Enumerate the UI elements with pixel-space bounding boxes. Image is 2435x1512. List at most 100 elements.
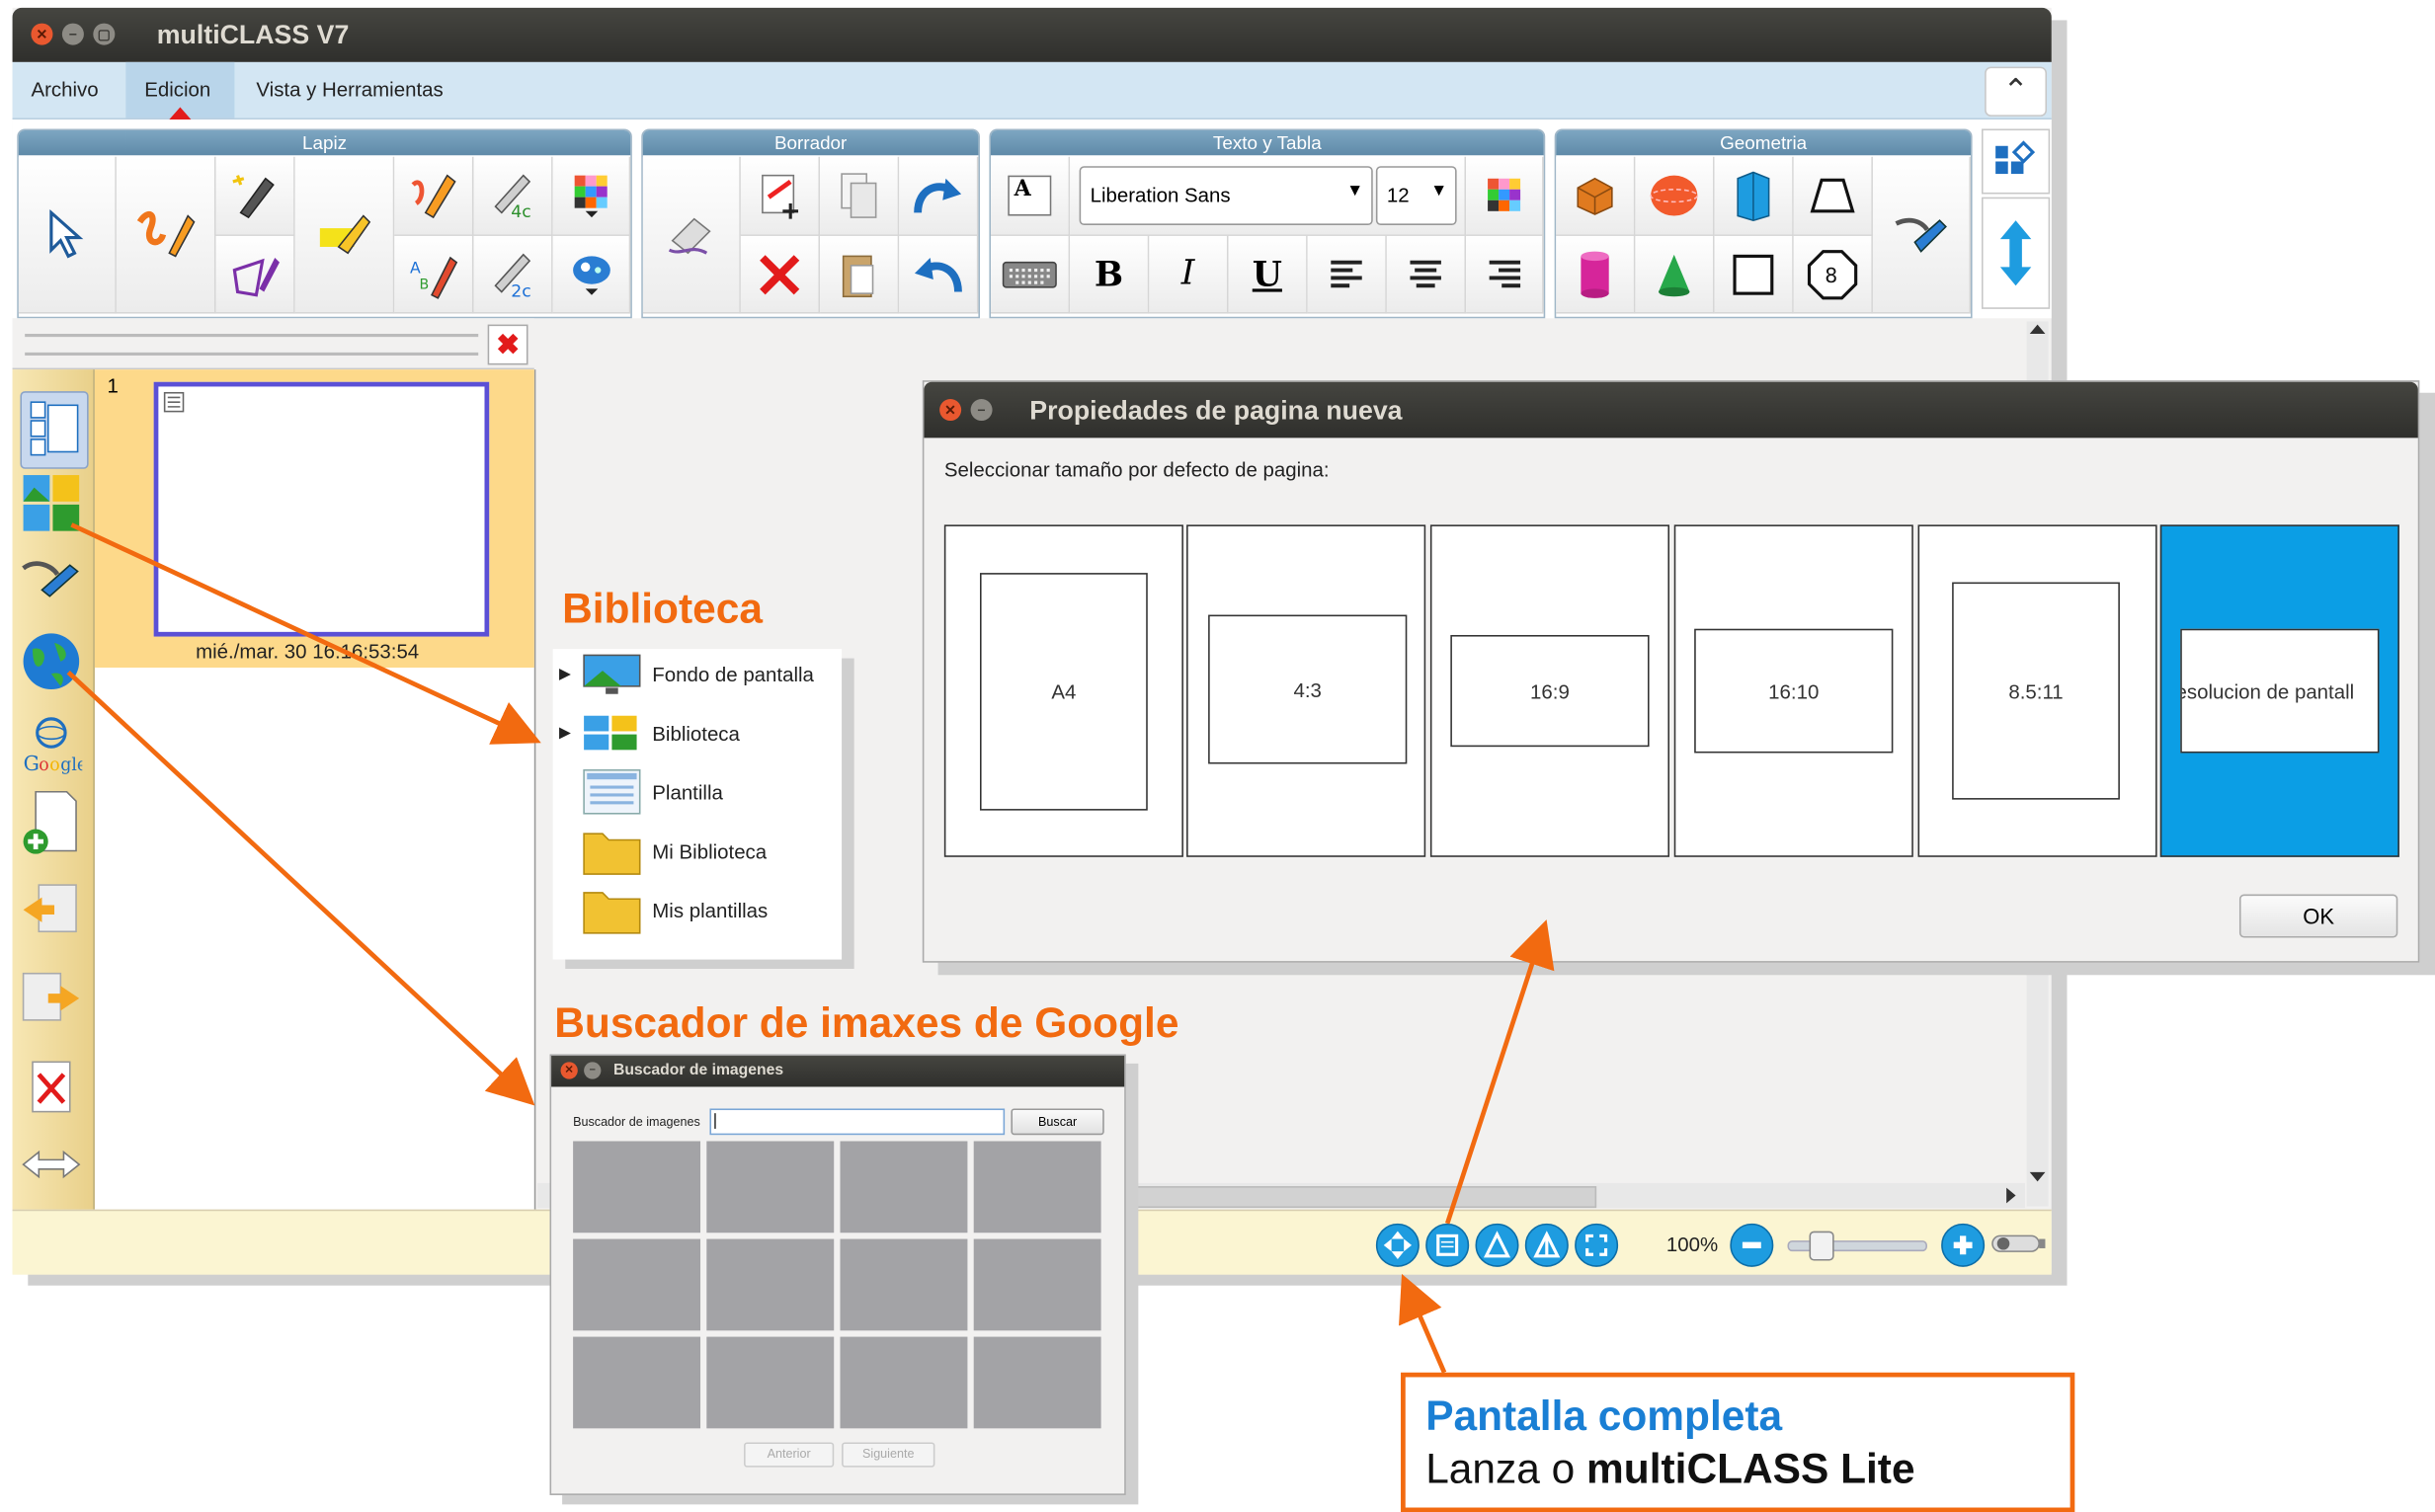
- web-tab[interactable]: [20, 630, 85, 695]
- image-result[interactable]: [840, 1336, 968, 1429]
- scroll-right-arrow[interactable]: [2006, 1187, 2016, 1204]
- paste-button[interactable]: [820, 235, 900, 314]
- pen-4c-button[interactable]: 4c: [473, 156, 553, 236]
- zoom-out-button[interactable]: [1730, 1223, 1774, 1267]
- library-item-mis-plantillas[interactable]: Mis plantillas: [581, 885, 768, 934]
- sphere-button[interactable]: [1635, 156, 1715, 236]
- horizontal-scroll-thumb[interactable]: [1127, 1186, 1597, 1209]
- delete-page-tab[interactable]: [20, 1056, 85, 1121]
- close-window-button[interactable]: ✕: [560, 1062, 578, 1079]
- delete-button[interactable]: [740, 235, 821, 314]
- image-result[interactable]: [573, 1238, 701, 1331]
- zoom-slider-thumb[interactable]: [1809, 1231, 1834, 1261]
- image-result[interactable]: [573, 1141, 701, 1233]
- move-view-button[interactable]: [1375, 1223, 1420, 1267]
- size-option-a4[interactable]: A4: [943, 524, 1183, 857]
- image-result[interactable]: [573, 1336, 701, 1429]
- image-result[interactable]: [706, 1141, 835, 1233]
- fullscreen-lite-button[interactable]: [1425, 1223, 1470, 1267]
- cone-button[interactable]: [1635, 235, 1715, 314]
- color-palette-button[interactable]: [552, 156, 631, 236]
- add-page-button[interactable]: [740, 156, 821, 236]
- eraser-button[interactable]: [642, 156, 741, 314]
- align-center-button[interactable]: [1386, 235, 1467, 314]
- sidebar-handle[interactable]: [25, 334, 479, 357]
- image-result[interactable]: [973, 1238, 1101, 1331]
- bold-button[interactable]: B: [1070, 235, 1150, 314]
- size-option-16-10[interactable]: 16:10: [1673, 524, 1913, 857]
- collapse-ribbon-button[interactable]: ⌃: [1985, 66, 2048, 117]
- polygon-button[interactable]: 8: [1793, 235, 1873, 314]
- brush-button[interactable]: [394, 156, 474, 236]
- text-color-button[interactable]: [1466, 156, 1544, 236]
- size-option-16-9[interactable]: 16:9: [1429, 524, 1670, 857]
- next-page-button[interactable]: Siguiente: [842, 1442, 935, 1468]
- square-button[interactable]: [1714, 235, 1794, 314]
- close-window-button[interactable]: ✕: [939, 399, 962, 422]
- image-search-button[interactable]: Buscar: [1011, 1108, 1104, 1136]
- export-tab[interactable]: [20, 967, 85, 1032]
- redo-button[interactable]: [899, 156, 979, 236]
- image-result[interactable]: [706, 1336, 835, 1429]
- zoom-slider[interactable]: [1787, 1231, 1927, 1261]
- geometry-ruler-button[interactable]: [1872, 156, 1971, 314]
- text-pen-button[interactable]: AB: [394, 235, 474, 314]
- pages-tab[interactable]: [20, 391, 89, 469]
- minimize-window-button[interactable]: −: [970, 399, 993, 422]
- undo-button[interactable]: [899, 235, 979, 314]
- menu-edicion[interactable]: Edicion: [144, 78, 210, 102]
- image-result[interactable]: [973, 1336, 1101, 1429]
- minimize-window-button[interactable]: −: [584, 1062, 602, 1079]
- maximize-window-button[interactable]: ▢: [93, 23, 116, 45]
- expand-sidebar-tab[interactable]: [20, 1146, 85, 1192]
- scroll-up-arrow[interactable]: [2029, 324, 2046, 335]
- fit-height-button[interactable]: [1524, 1223, 1569, 1267]
- size-option-4-3[interactable]: 4:3: [1186, 524, 1426, 857]
- close-sidebar-button[interactable]: ✖: [487, 324, 528, 365]
- panel-toggle-button[interactable]: [1981, 128, 2051, 195]
- close-window-button[interactable]: ✕: [31, 23, 53, 45]
- size-option-8-5-11[interactable]: 8.5:11: [1917, 524, 2157, 857]
- text-box-button[interactable]: A: [990, 156, 1071, 236]
- cube-button[interactable]: [1556, 156, 1636, 236]
- menu-vista-herramientas[interactable]: Vista y Herramientas: [256, 78, 443, 102]
- align-right-button[interactable]: [1466, 235, 1544, 314]
- menu-archivo[interactable]: Archivo: [31, 78, 98, 102]
- effects-button[interactable]: [552, 235, 631, 314]
- shape-pen-button[interactable]: [215, 235, 295, 314]
- minimize-window-button[interactable]: −: [61, 23, 84, 45]
- align-left-button[interactable]: [1307, 235, 1387, 314]
- ok-button[interactable]: OK: [2238, 894, 2398, 938]
- font-size-select[interactable]: 12 ▼: [1375, 166, 1457, 225]
- image-result[interactable]: [840, 1238, 968, 1331]
- image-result[interactable]: [973, 1141, 1101, 1233]
- library-item-fondo[interactable]: ▶ Fondo de pantalla: [559, 649, 814, 698]
- previous-page-button[interactable]: Anterior: [744, 1442, 835, 1468]
- image-result[interactable]: [706, 1238, 835, 1331]
- prism-button[interactable]: [1714, 156, 1794, 236]
- battery-toggle[interactable]: [1990, 1233, 2047, 1254]
- font-family-select[interactable]: Liberation Sans ▼: [1079, 166, 1373, 225]
- highlighter-button[interactable]: [215, 156, 295, 236]
- copy-button[interactable]: [820, 156, 900, 236]
- import-tab[interactable]: [20, 879, 85, 944]
- italic-button[interactable]: I: [1149, 235, 1229, 314]
- library-item-biblioteca[interactable]: ▶ Biblioteca: [559, 708, 740, 757]
- new-page-tab[interactable]: [20, 789, 85, 857]
- tools-tab[interactable]: [20, 553, 85, 618]
- keyboard-button[interactable]: [990, 235, 1071, 314]
- select-tool-button[interactable]: [18, 156, 117, 314]
- image-search-input[interactable]: [709, 1108, 1006, 1136]
- zoom-in-button[interactable]: [1941, 1223, 1986, 1267]
- google-search-tab[interactable]: Google: [20, 714, 87, 776]
- trapezoid-button[interactable]: [1793, 156, 1873, 236]
- cylinder-button[interactable]: [1556, 235, 1636, 314]
- page-thumbnail-row[interactable]: 1 mié./mar. 30 16:16:53:54: [94, 369, 534, 669]
- expand-view-button[interactable]: [1575, 1223, 1619, 1267]
- resize-toolbar-button[interactable]: [1981, 197, 2051, 309]
- library-tab[interactable]: [20, 472, 85, 537]
- library-item-plantilla[interactable]: Plantilla: [581, 767, 723, 817]
- pen-2c-button[interactable]: 2c: [473, 235, 553, 314]
- underline-button[interactable]: U: [1228, 235, 1308, 314]
- scroll-down-arrow[interactable]: [2029, 1171, 2046, 1182]
